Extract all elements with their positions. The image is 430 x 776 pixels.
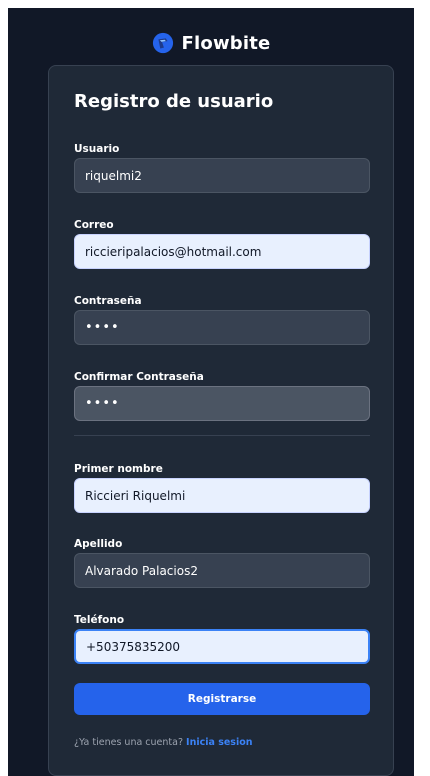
first-name-label: Primer nombre — [74, 463, 163, 475]
password-input[interactable]: •••• — [74, 310, 370, 345]
brand-name: Flowbite — [181, 32, 271, 54]
flowbite-logo-icon — [152, 32, 173, 54]
login-link[interactable]: Inicia sesion — [186, 737, 252, 748]
last-name-value: Alvarado Palacios2 — [85, 563, 198, 578]
register-button[interactable]: Registrarse — [74, 683, 370, 715]
password-label: Contraseña — [74, 295, 142, 307]
email-label: Correo — [74, 219, 114, 231]
email-input[interactable]: riccieripalacios@hotmail.com — [74, 234, 370, 269]
username-value: riquelmi2 — [85, 168, 142, 183]
form-title: Registro de usuario — [74, 91, 274, 112]
username-input[interactable]: riquelmi2 — [74, 158, 370, 193]
section-divider — [74, 435, 370, 436]
confirm-password-input[interactable]: •••• — [74, 386, 370, 421]
last-name-input[interactable]: Alvarado Palacios2 — [74, 553, 370, 588]
brand-header[interactable]: Flowbite — [8, 24, 414, 62]
login-prompt: ¿Ya tienes una cuenta? Inicia sesion — [74, 737, 253, 748]
phone-value: +50375835200 — [86, 639, 181, 654]
confirm-password-label: Confirmar Contraseña — [74, 371, 204, 383]
phone-label: Teléfono — [74, 614, 125, 626]
email-value: riccieripalacios@hotmail.com — [85, 244, 262, 259]
registration-card: Registro de usuario Usuario riquelmi2 Co… — [48, 65, 394, 776]
page: Flowbite Registro de usuario Usuario riq… — [8, 8, 414, 776]
username-label: Usuario — [74, 143, 120, 155]
confirm-password-value: •••• — [85, 396, 120, 411]
first-name-input[interactable]: Riccieri Riquelmi — [74, 478, 370, 513]
password-value: •••• — [85, 320, 120, 335]
first-name-value: Riccieri Riquelmi — [85, 488, 186, 503]
last-name-label: Apellido — [74, 538, 123, 550]
phone-input[interactable]: +50375835200 — [74, 629, 370, 664]
login-prompt-text: ¿Ya tienes una cuenta? — [74, 737, 184, 748]
